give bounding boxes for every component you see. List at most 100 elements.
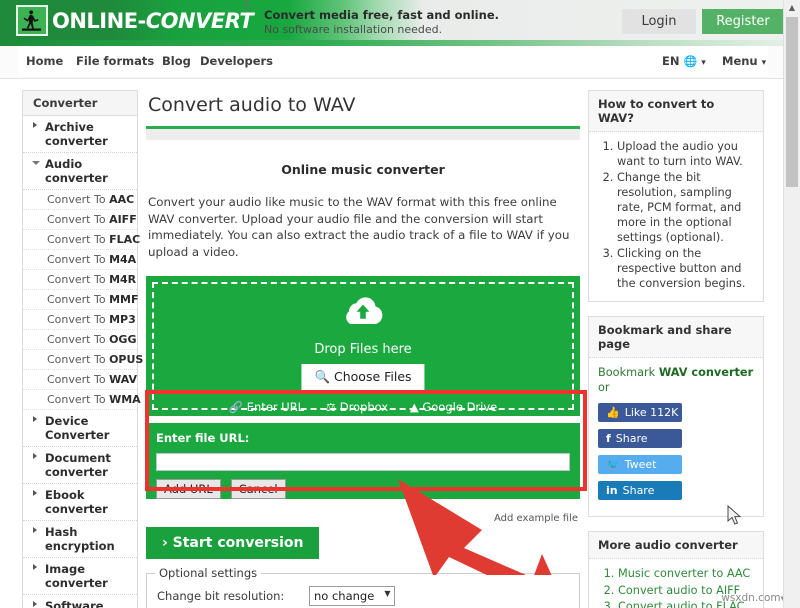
chevron-down-icon: ▼: [384, 589, 391, 598]
nav-item-home[interactable]: Home: [26, 54, 63, 68]
sub-prefix: Convert To: [47, 393, 110, 406]
dropbox-button[interactable]: ⚖ Dropbox: [326, 400, 388, 414]
sub-format: M4A: [109, 253, 137, 266]
page-intro-text: Convert your audio like music to the WAV…: [148, 195, 570, 259]
chevron-right-icon: [33, 490, 37, 496]
sidebar-item-convert-to-opus[interactable]: Convert To OPUS: [23, 350, 143, 370]
sidebar-group-document-converter[interactable]: Document converter: [23, 447, 137, 484]
sidebar-item-convert-to-m4r[interactable]: Convert To M4R: [23, 270, 137, 290]
sidebar-item-convert-to-wav[interactable]: Convert To WAV: [23, 370, 137, 390]
enter-url-label: Enter URL: [246, 400, 305, 414]
sidebar-group-ebook-converter[interactable]: Ebook converter: [23, 484, 137, 521]
sidebar-group-label: Image converter: [45, 562, 108, 590]
sidebar-group-image-converter[interactable]: Image converter: [23, 558, 137, 595]
sidebar-item-convert-to-wma[interactable]: Convert To WMA: [23, 390, 141, 410]
sub-format: MP3: [109, 313, 136, 326]
how-to-step: Upload the audio you want to turn into W…: [617, 139, 754, 169]
sidebar-item-convert-to-aiff[interactable]: Convert To AIFF: [23, 210, 137, 230]
menu-button[interactable]: Menu ▾: [722, 54, 766, 68]
chevron-down-icon: ▾: [701, 58, 706, 68]
optional-settings-fieldset: Optional settings Change bit resolution:…: [146, 566, 580, 608]
sub-format: AAC: [109, 193, 135, 206]
language-label: EN: [662, 54, 680, 68]
chevron-down-icon: ▾: [761, 58, 767, 68]
sidebar-item-convert-to-mp3[interactable]: Convert To MP3: [23, 310, 137, 330]
file-dropzone[interactable]: Drop Files here 🔍 Choose Files 🔗 Enter U…: [146, 276, 580, 416]
header-tagline-secondary: No software installation needed.: [264, 23, 443, 36]
sub-prefix: Convert To: [47, 313, 110, 326]
add-example-file-link[interactable]: Add example file: [494, 513, 578, 524]
how-to-step: Clicking on the respective button and th…: [617, 246, 754, 291]
how-to-title: How to convert to WAV?: [589, 91, 763, 132]
facebook-like-button[interactable]: 👍 Like 112K: [598, 403, 682, 422]
sidebar-group-hash-encryption[interactable]: Hash encryption: [23, 521, 137, 558]
bookmark-title: Bookmark and share page: [589, 317, 763, 358]
how-to-step: Change the bit resolution, sampling rate…: [617, 170, 754, 245]
login-button[interactable]: Login: [622, 9, 696, 34]
sub-prefix: Convert To: [47, 213, 110, 226]
sub-prefix: Convert To: [47, 273, 110, 286]
linkedin-icon: in: [606, 484, 618, 497]
facebook-icon: f: [606, 432, 611, 445]
site-logo[interactable]: [16, 5, 48, 36]
scroll-up-arrow-icon[interactable]: ▲: [784, 0, 800, 16]
chevron-right-icon: [33, 416, 37, 422]
sidebar-group-label: Software Converter: [45, 599, 104, 608]
dropzone-services: 🔗 Enter URL ⚖ Dropbox ▲ Google Drive: [146, 400, 580, 414]
enter-url-button[interactable]: 🔗 Enter URL: [229, 400, 304, 414]
thumbs-up-icon: 👍: [606, 406, 620, 419]
dropbox-label: Dropbox: [339, 400, 389, 414]
sub-prefix: Convert To: [47, 293, 110, 306]
language-selector[interactable]: EN 🌐 ▾: [662, 54, 706, 68]
twitter-tweet-button[interactable]: 🐦 Tweet: [598, 455, 682, 474]
facebook-share-button[interactable]: f Share: [598, 429, 682, 448]
sidebar-group-label: Document converter: [45, 451, 111, 479]
choose-files-button[interactable]: 🔍 Choose Files: [301, 364, 425, 390]
list-item[interactable]: Music converter to AAC: [618, 566, 754, 582]
sidebar-item-convert-to-m4a[interactable]: Convert To M4A: [23, 250, 137, 270]
tweet-label: Tweet: [624, 458, 657, 471]
chevron-right-icon: [33, 601, 37, 607]
linkedin-share-button[interactable]: in Share: [598, 481, 682, 500]
nav-item-file-formats[interactable]: File formats: [76, 54, 154, 68]
scrollbar-thumb[interactable]: [786, 17, 798, 187]
nav-item-developers[interactable]: Developers: [200, 54, 273, 68]
bit-resolution-select[interactable]: no change ▼: [309, 586, 396, 606]
bookmark-link[interactable]: WAV converter: [659, 366, 753, 379]
sidebar-group-label: Archive converter: [45, 120, 108, 148]
nav-item-blog[interactable]: Blog: [162, 54, 191, 68]
sidebar-group-device-converter[interactable]: Device Converter: [23, 410, 137, 447]
start-conversion-button[interactable]: › Start conversion: [146, 527, 320, 559]
cancel-url-button[interactable]: Cancel: [230, 479, 286, 499]
sub-format: WAV: [109, 373, 137, 386]
chevron-down-icon: [32, 161, 40, 165]
brand-convert: CONVERT: [145, 9, 254, 33]
register-button[interactable]: Register: [702, 9, 784, 34]
chevron-right-icon: ›: [162, 535, 168, 551]
page-scrollbar[interactable]: ▲: [783, 0, 800, 608]
google-drive-button[interactable]: ▲ Google Drive: [410, 400, 497, 414]
sub-format: FLAC: [109, 233, 141, 246]
sidebar-item-convert-to-aac[interactable]: Convert To AAC: [23, 190, 137, 210]
sidebar: Converter Archive converter Audio conver…: [22, 90, 143, 608]
add-url-button[interactable]: Add URL: [156, 479, 221, 499]
google-drive-label: Google Drive: [422, 400, 498, 414]
sidebar-group-audio-converter[interactable]: Audio converter: [23, 153, 137, 190]
sub-prefix: Convert To: [47, 193, 110, 206]
sidebar-group-label: Hash encryption: [45, 525, 115, 553]
file-url-input[interactable]: [156, 453, 570, 471]
page-title: Convert audio to WAV: [146, 90, 580, 129]
brand-wordmark[interactable]: ONLINE-CONVERT: [52, 9, 254, 33]
sidebar-item-convert-to-flac[interactable]: Convert To FLAC: [23, 230, 141, 250]
sidebar-group-software-converter[interactable]: Software Converter: [23, 595, 137, 608]
bookmark-suffix: or: [598, 381, 610, 394]
bit-resolution-value: no change: [314, 589, 375, 603]
optional-settings-legend: Optional settings: [155, 566, 262, 580]
site-header: ONLINE-CONVERT .COM Convert media free, …: [0, 0, 800, 40]
menu-label: Menu: [722, 54, 758, 68]
sidebar-item-convert-to-mmf[interactable]: Convert To MMF: [23, 290, 139, 310]
chevron-right-icon: [33, 527, 37, 533]
sidebar-item-convert-to-ogg[interactable]: Convert To OGG: [23, 330, 137, 350]
sidebar-group-archive-converter[interactable]: Archive converter: [23, 116, 137, 153]
page-content: Converter Archive converter Audio conver…: [0, 79, 783, 608]
